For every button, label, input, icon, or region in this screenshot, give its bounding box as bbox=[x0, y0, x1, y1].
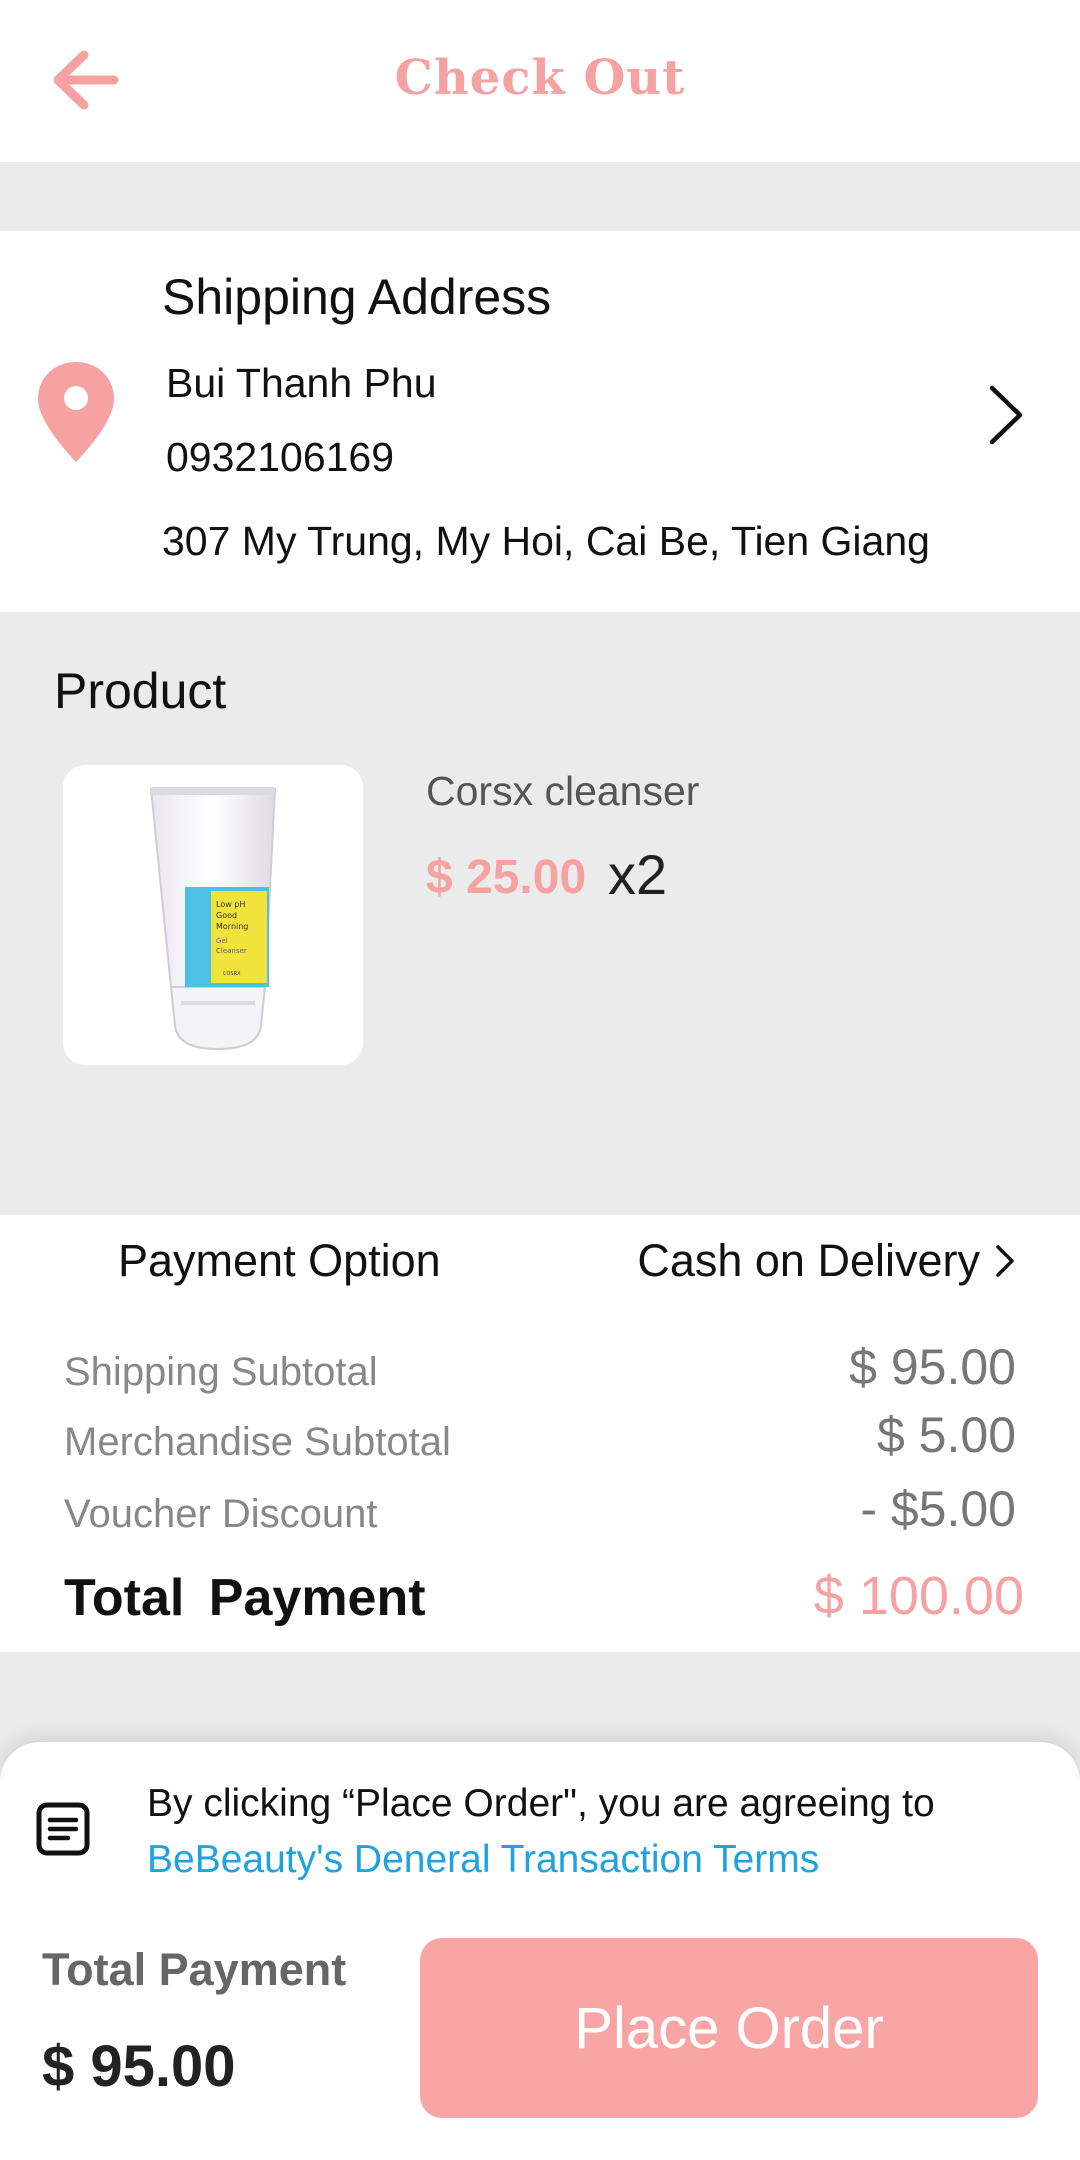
chevron-right-icon[interactable] bbox=[980, 380, 1030, 450]
voucher-discount-value: - $5.00 bbox=[860, 1481, 1016, 1537]
payment-option-selector[interactable]: Cash on Delivery bbox=[637, 1235, 1018, 1287]
chevron-right-icon bbox=[996, 1245, 1014, 1277]
payment-option-value: Cash on Delivery bbox=[637, 1235, 980, 1286]
total-payment-value: $ 100.00 bbox=[813, 1566, 1024, 1626]
merchandise-subtotal-label: Merchandise Subtotal bbox=[64, 1420, 451, 1464]
cleanser-tube-image: Low pH Good Morning Gel Cleanser COSRX bbox=[149, 787, 277, 1051]
payment-option-label: Payment Option bbox=[118, 1235, 441, 1286]
product-quantity: x2 bbox=[608, 843, 668, 906]
product-name: Corsx cleanser bbox=[426, 768, 700, 814]
svg-text:Low pH: Low pH bbox=[216, 900, 245, 909]
svg-text:Gel: Gel bbox=[216, 937, 228, 945]
recipient-address: 307 My Trung, My Hoi, Cai Be, Tien Giang bbox=[162, 518, 930, 564]
svg-text:COSRX: COSRX bbox=[223, 971, 241, 977]
shipping-subtotal-label: Shipping Subtotal bbox=[64, 1350, 378, 1394]
total-payment-label: Total Payment bbox=[64, 1569, 426, 1627]
recipient-name: Bui Thanh Phu bbox=[166, 360, 437, 406]
merchandise-subtotal-value: $ 5.00 bbox=[876, 1407, 1016, 1463]
map-pin-icon bbox=[38, 362, 114, 462]
shipping-subtotal-value: $ 95.00 bbox=[849, 1339, 1016, 1395]
voucher-discount-label: Voucher Discount bbox=[64, 1492, 378, 1536]
top-bar: Check Out bbox=[0, 0, 1080, 162]
place-order-button[interactable]: Place Order bbox=[420, 1938, 1038, 2118]
document-icon bbox=[36, 1802, 90, 1856]
recipient-phone: 0932106169 bbox=[166, 434, 395, 480]
svg-text:Cleanser: Cleanser bbox=[216, 947, 247, 955]
product-section-title: Product bbox=[54, 663, 227, 719]
bottom-total-value: $ 95.00 bbox=[42, 2034, 236, 2099]
product-image[interactable]: Low pH Good Morning Gel Cleanser COSRX bbox=[63, 765, 363, 1065]
terms-prefix: By clicking “Place Order", you are agree… bbox=[147, 1782, 935, 1825]
terms-link[interactable]: BeBeauty's Deneral Transaction Terms bbox=[147, 1832, 1047, 1888]
terms-notice: By clicking “Place Order", you are agree… bbox=[147, 1776, 1047, 1888]
svg-text:Good: Good bbox=[216, 911, 237, 920]
shipping-address-title: Shipping Address bbox=[162, 269, 552, 325]
bottom-total-label: Total Payment bbox=[42, 1944, 347, 1995]
product-price: $ 25.00 bbox=[426, 851, 587, 904]
svg-text:Morning: Morning bbox=[216, 922, 248, 931]
page-title: Check Out bbox=[394, 50, 686, 106]
